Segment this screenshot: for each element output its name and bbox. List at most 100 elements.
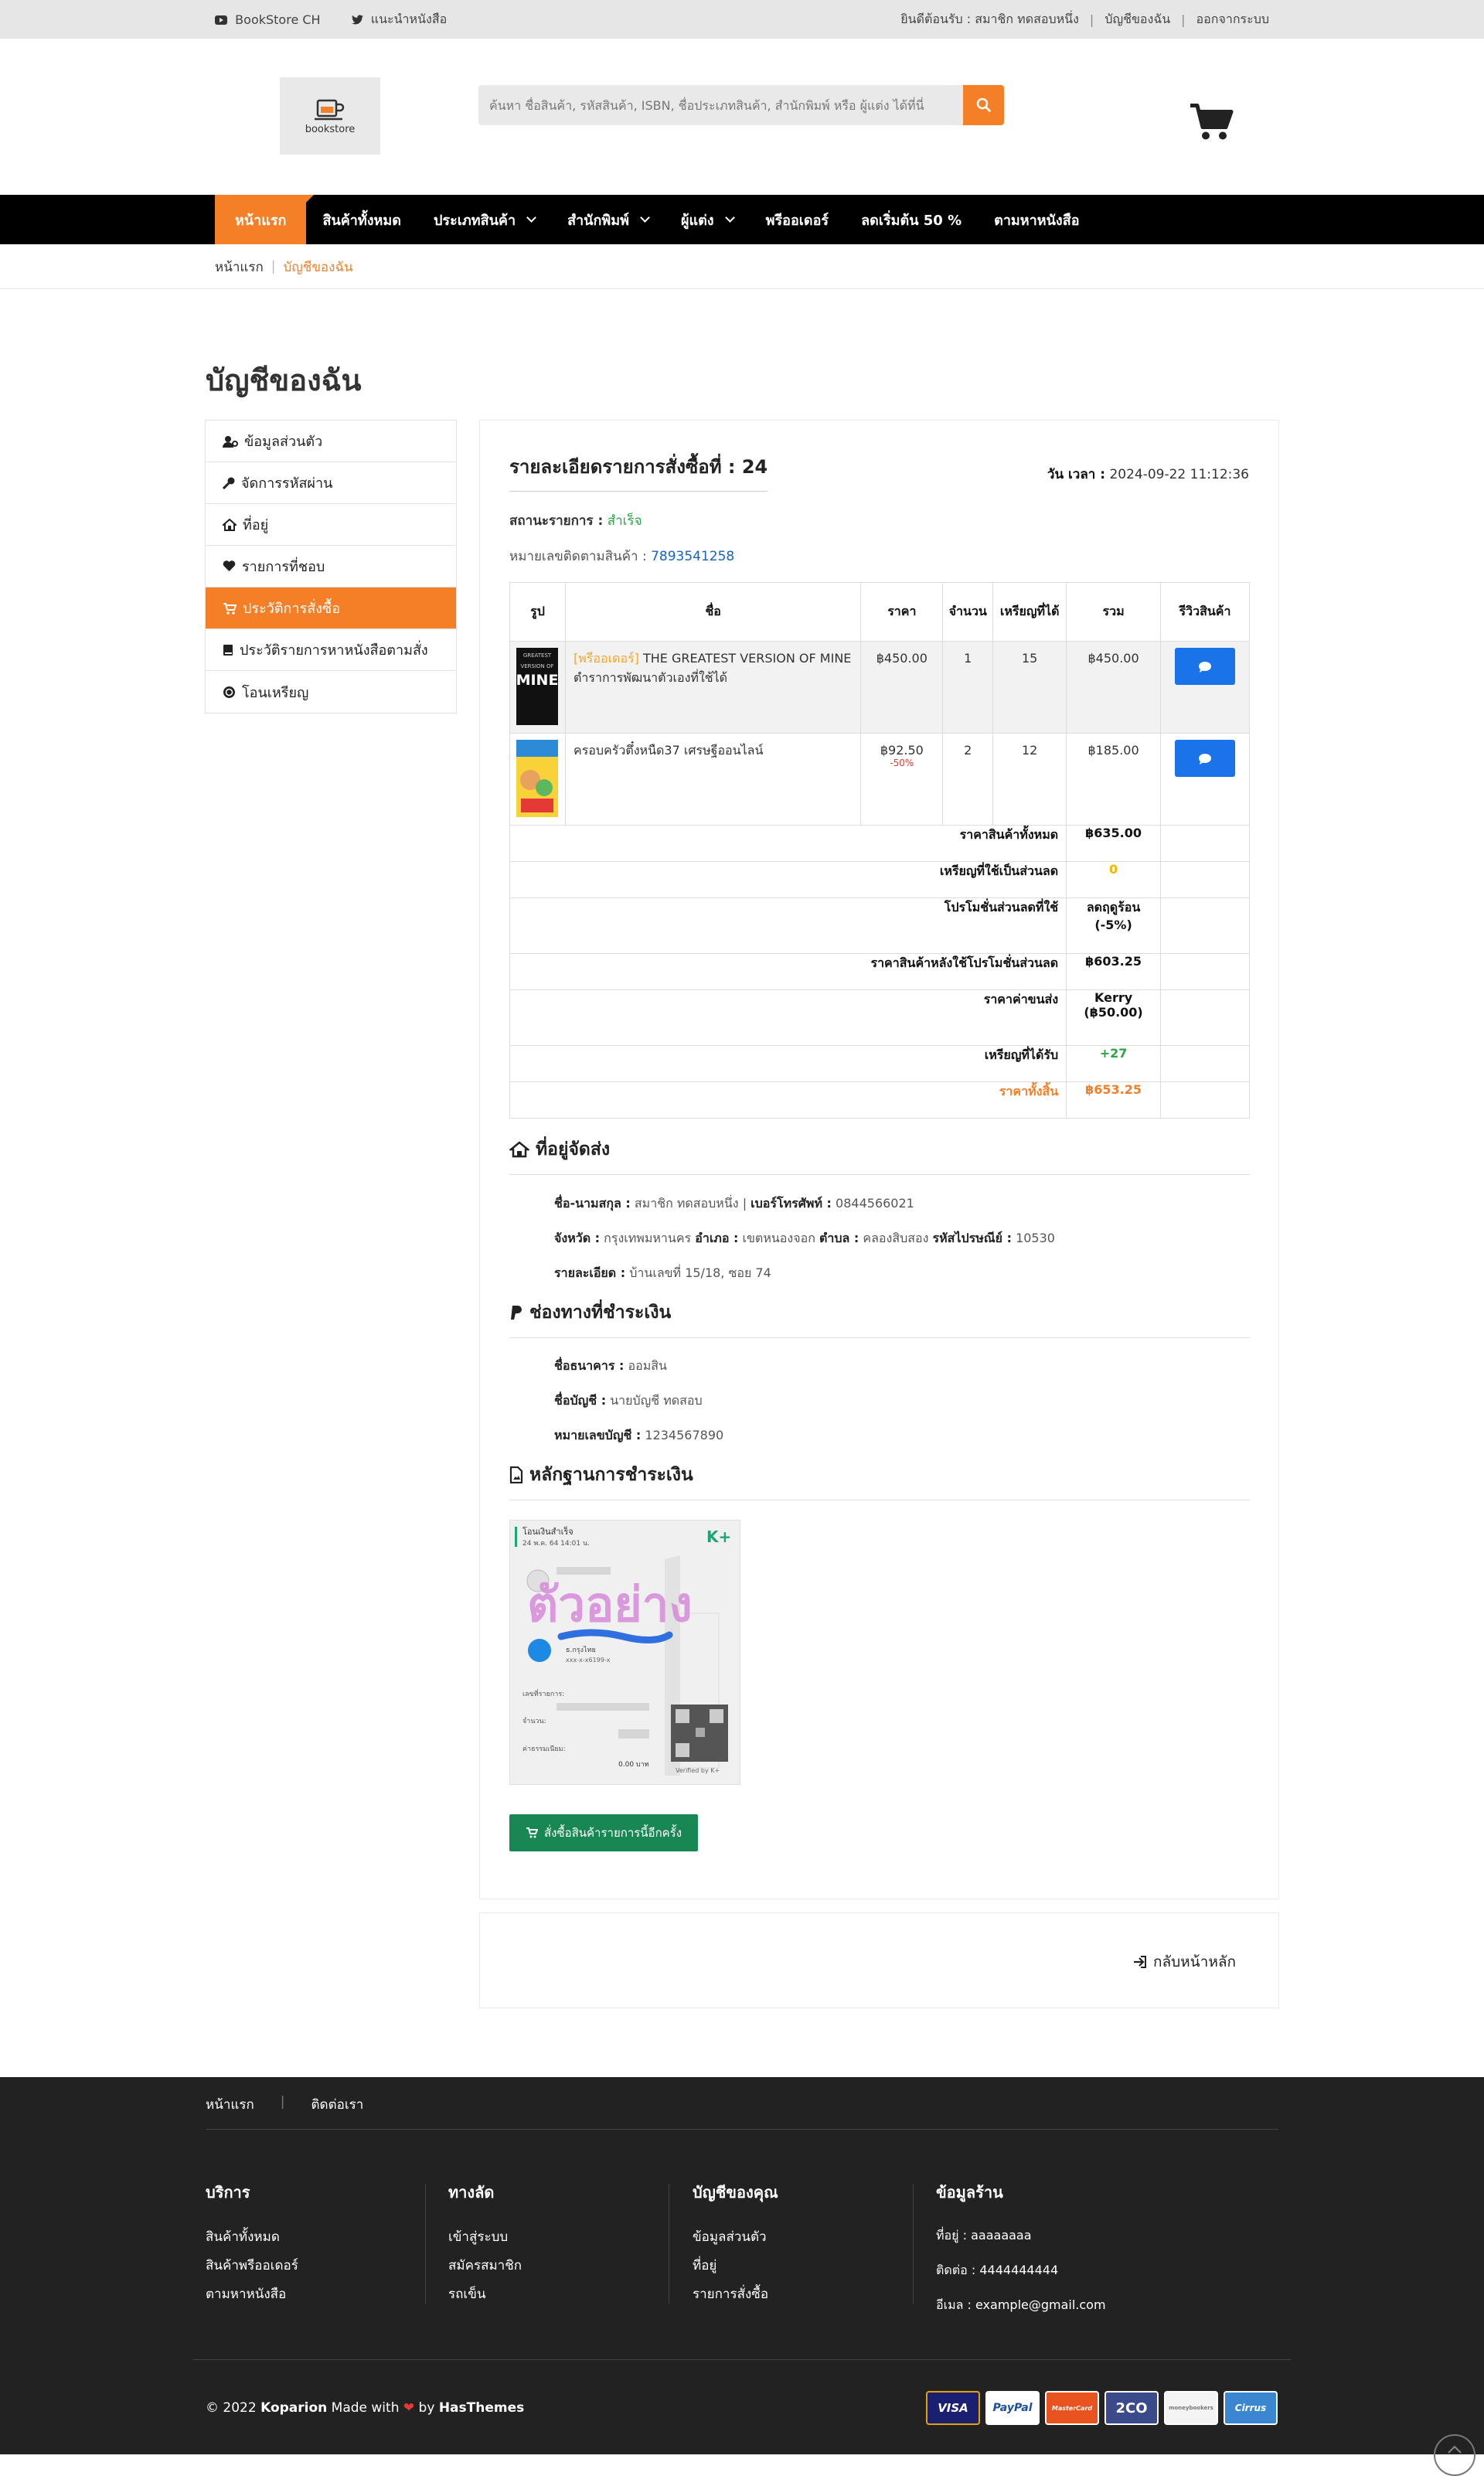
book-icon: [223, 644, 233, 656]
footer-contact-link[interactable]: ติดต่อเรา: [311, 2094, 364, 2115]
store-link-label: BookStore CH: [235, 12, 321, 27]
search-button[interactable]: [963, 85, 1004, 125]
sidebar-item-profile[interactable]: ข้อมูลส่วนตัว: [206, 421, 456, 462]
2co-icon: 2CO: [1104, 2391, 1159, 2425]
nav-all-products[interactable]: สินค้าทั้งหมด: [306, 195, 417, 244]
summary-row: ราคาสินค้าทั้งหมด ฿635.00: [509, 825, 1250, 862]
quantity: 2: [964, 743, 972, 758]
coins-cell: 12: [992, 733, 1067, 826]
logo[interactable]: bookstore: [280, 77, 380, 155]
price-cell: ฿450.00: [860, 641, 944, 734]
cart-button[interactable]: [1189, 103, 1234, 145]
youtube-icon: [215, 15, 227, 25]
footer-link[interactable]: สินค้าพรีออเดอร์: [206, 2258, 298, 2273]
back-box: กลับหน้าหลัก: [479, 1912, 1279, 2008]
divider: [913, 2184, 914, 2304]
review-button[interactable]: [1175, 740, 1235, 777]
heart-icon: [223, 560, 236, 572]
copyright-text: © 2022: [206, 2400, 261, 2416]
column-header: รูป: [509, 582, 566, 642]
author-name[interactable]: HasThemes: [439, 2400, 524, 2416]
store-link[interactable]: BookStore CH: [215, 12, 321, 27]
brand-name[interactable]: Koparion: [260, 2400, 327, 2416]
footer-home-link[interactable]: หน้าแรก: [206, 2094, 254, 2115]
nav-label: ผู้แต่ง: [680, 212, 714, 229]
info-label: ชื่อบัญชี :: [554, 1393, 607, 1408]
scroll-to-top-button[interactable]: [1434, 2434, 1475, 2476]
footer-link[interactable]: สินค้าทั้งหมด: [206, 2229, 280, 2245]
table-header-row: รูป ชื่อ ราคา จำนวน เหรียญที่ได้ รวม รีว…: [509, 582, 1250, 642]
chevron-down-icon: [724, 212, 735, 223]
summary-value: ฿603.25: [1066, 953, 1162, 990]
payment-slip-image[interactable]: โอนเงินสำเร็จ 24 พ.ค. 64 14:01 น. K+ ตัว…: [509, 1520, 740, 1785]
copyright-text: by: [414, 2400, 439, 2416]
footer-col-title: ทางลัด: [448, 2183, 495, 2202]
back-home-button[interactable]: กลับหน้าหลัก: [1133, 1950, 1236, 1974]
nav-sale[interactable]: ลดเริ่มต้น 50 %: [845, 195, 978, 244]
product-name[interactable]: ครอบครัวตึ๋งหนืด37 เศรษฐีออนไลน์: [564, 733, 862, 826]
footer-link[interactable]: ข้อมูลส่วนตัว: [693, 2229, 767, 2245]
sidebar-item-label: โอนเหรียญ: [242, 684, 309, 701]
my-account-link[interactable]: บัญชีของฉัน: [1104, 10, 1170, 29]
recommend-link[interactable]: แนะนำหนังสือ: [351, 10, 447, 29]
book-cover-image[interactable]: GREATEST VERSION OF MINE: [516, 648, 558, 725]
sidebar-item-address[interactable]: ที่อยู่: [206, 504, 456, 546]
column-header: เหรียญที่ได้: [992, 582, 1067, 642]
nav-authors[interactable]: ผู้แต่ง: [665, 195, 750, 244]
nav-categories[interactable]: ประเภทสินค้า: [417, 195, 551, 244]
svg-text:MINE: MINE: [516, 672, 558, 689]
footer-link[interactable]: เข้าสู่ระบบ: [448, 2229, 508, 2245]
payment-proof-heading: หลักฐานการชำระเงิน: [509, 1461, 1250, 1500]
info-label: ชื่อธนาคาร :: [554, 1358, 625, 1373]
footer-col-store-info: ข้อมูลร้าน ที่อยู่ : aaaaaaaa ติดต่อ : 4…: [936, 2180, 1106, 2331]
info-label: รายละเอียด :: [554, 1265, 626, 1280]
reorder-label: สั่งซื้อสินค้ารายการนี้อีกครั้ง: [543, 1826, 682, 1840]
kplus-logo: K+: [706, 1527, 731, 1546]
section-title: ช่องทางที่ชำระเงิน: [529, 1303, 672, 1323]
summary-label: เหรียญที่ใช้เป็นส่วนลด: [509, 861, 1067, 898]
footer-link[interactable]: ตามหาหนังสือ: [206, 2287, 286, 2302]
product-name[interactable]: [พรีออเดอร์] THE GREATEST VERSION OF MIN…: [564, 641, 862, 734]
footer-link[interactable]: ที่อยู่: [693, 2258, 716, 2273]
nav-preorder[interactable]: พรีออเดอร์: [750, 195, 845, 244]
order-date-label: วัน เวลา :: [1047, 467, 1106, 482]
footer-link[interactable]: สมัครสมาชิก: [448, 2258, 522, 2273]
slip-title: โอนเงินสำเร็จ: [522, 1526, 574, 1537]
cart-icon: [223, 602, 237, 615]
sidebar-item-book-request-history[interactable]: ประวัติรายการหาหนังสือตามสั่ง: [206, 629, 456, 671]
copyright: © 2022 Koparion Made with ❤ by HasThemes: [206, 2400, 524, 2416]
store-phone: ติดต่อ : 4444444444: [936, 2263, 1059, 2277]
search-input[interactable]: [478, 85, 963, 125]
shipping-info: ชื่อ-นามสกุล : สมาชิก ทดสอบหนึ่ง | เบอร์…: [554, 1186, 1055, 1290]
cart-icon: [526, 1827, 538, 1838]
info-label: หมายเลขบัญชี :: [554, 1428, 642, 1442]
nav-publishers[interactable]: สำนักพิมพ์: [551, 195, 665, 244]
payment-cards: VISA PayPal MasterCard 2CO moneybookers …: [926, 2391, 1278, 2425]
reorder-button[interactable]: สั่งซื้อสินค้ารายการนี้อีกครั้ง: [509, 1814, 698, 1851]
tracking-value[interactable]: 7893541258: [651, 549, 734, 564]
nav-label: พรีออเดอร์: [765, 212, 829, 229]
book-cover-image[interactable]: [516, 740, 558, 817]
sidebar-item-label: รายการที่ชอบ: [242, 559, 325, 575]
info-value: 0844566021: [836, 1196, 914, 1211]
sidebar-item-order-history[interactable]: ประวัติการสั่งซื้อ: [206, 587, 456, 629]
nav-find-book[interactable]: ตามหาหนังสือ: [978, 195, 1095, 244]
summary-value: +27: [1066, 1045, 1162, 1082]
sidebar-item-transfer-coins[interactable]: โอนเหรียญ: [206, 671, 456, 713]
nav-home[interactable]: หน้าแรก: [215, 195, 315, 244]
summary-value: ฿653.25: [1066, 1081, 1162, 1119]
order-datetime: วัน เวลา : 2024-09-22 11:12:36: [1047, 464, 1249, 485]
header: bookstore: [0, 39, 1484, 195]
payment-line: หมายเลขบัญชี : 1234567890: [554, 1418, 723, 1453]
column-header: รีวิวสินค้า: [1160, 582, 1250, 642]
quantity: 1: [964, 651, 972, 666]
review-button[interactable]: [1175, 648, 1235, 685]
logout-link[interactable]: ออกจากระบบ: [1196, 10, 1269, 29]
sidebar-item-password[interactable]: จัดการรหัสผ่าน: [206, 462, 456, 504]
footer-link[interactable]: รถเข็น: [448, 2287, 485, 2302]
footer-link[interactable]: รายการสั่งซื้อ: [693, 2287, 768, 2302]
page-title: บัญชีของฉัน: [206, 363, 362, 397]
breadcrumb-home[interactable]: หน้าแรก: [215, 257, 264, 278]
coin-icon: [223, 686, 236, 699]
sidebar-item-wishlist[interactable]: รายการที่ชอบ: [206, 546, 456, 587]
